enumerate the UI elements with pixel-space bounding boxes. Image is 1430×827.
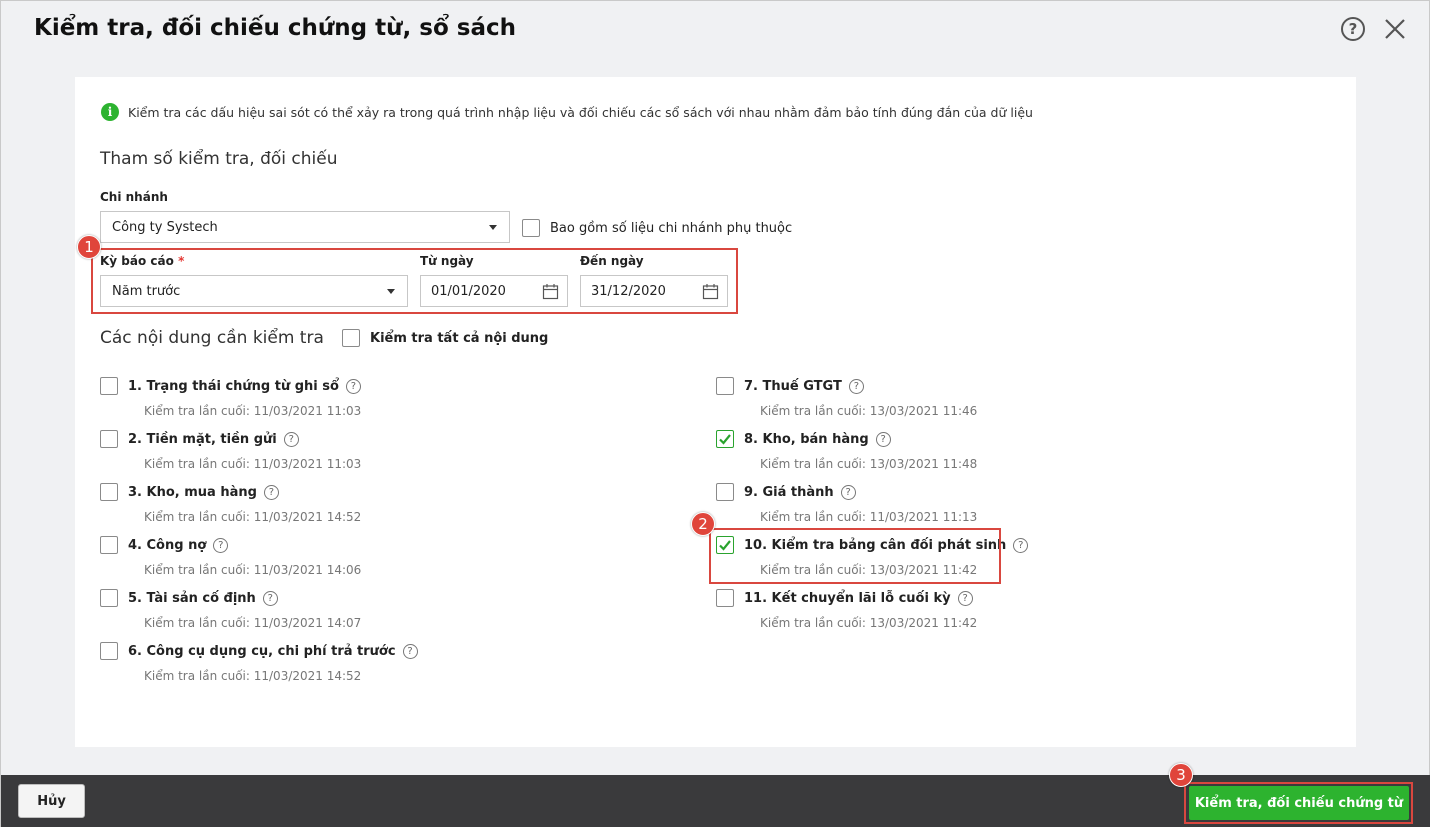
checkbox[interactable]: [100, 377, 118, 395]
last-check-time: Kiểm tra lần cuối: 11/03/2021 14:52: [144, 510, 362, 524]
checkbox[interactable]: [100, 536, 118, 554]
last-check-time: Kiểm tra lần cuối: 13/03/2021 11:46: [760, 404, 978, 418]
help-circle-icon[interactable]: ?: [957, 590, 973, 606]
last-check-time: Kiểm tra lần cuối: 11/03/2021 14:06: [144, 563, 362, 577]
content-section-title: Các nội dung cần kiểm tra: [100, 328, 324, 348]
help-circle-icon[interactable]: ?: [1013, 537, 1029, 553]
last-check-time: Kiểm tra lần cuối: 11/03/2021 11:03: [144, 457, 362, 471]
checkbox[interactable]: [716, 589, 734, 607]
check-all-checkbox[interactable]: Kiểm tra tất cả nội dung: [342, 329, 548, 347]
checkbox[interactable]: [716, 483, 734, 501]
check-item-row[interactable]: 7. Thuế GTGT?: [716, 377, 864, 395]
checkbox[interactable]: [100, 642, 118, 660]
help-circle-icon[interactable]: ?: [840, 484, 856, 500]
check-item-label: 11. Kết chuyển lãi lỗ cuối kỳ: [744, 590, 951, 606]
check-item-label: 5. Tài sản cố định: [128, 590, 256, 606]
checkbox[interactable]: [716, 377, 734, 395]
branch-label: Chi nhánh: [100, 190, 168, 204]
branch-select[interactable]: Công ty Systech: [100, 211, 510, 243]
check-item-label: 8. Kho, bán hàng: [744, 431, 869, 447]
check-item-row[interactable]: 6. Công cụ dụng cụ, chi phí trả trước?: [100, 642, 418, 660]
annotation-box-item-10: [709, 528, 1001, 584]
annotation-badge-1: 1: [77, 235, 101, 259]
checkbox[interactable]: [100, 589, 118, 607]
info-icon: i: [101, 103, 119, 121]
params-panel: i Kiểm tra các dấu hiệu sai sót có thể x…: [75, 77, 1356, 747]
check-item-row[interactable]: 4. Công nợ?: [100, 536, 229, 554]
last-check-time: Kiểm tra lần cuối: 11/03/2021 11:03: [144, 404, 362, 418]
last-check-time: Kiểm tra lần cuối: 13/03/2021 11:42: [760, 616, 978, 630]
check-item-row[interactable]: 5. Tài sản cố định?: [100, 589, 278, 607]
include-sub-branch-checkbox[interactable]: Bao gồm số liệu chi nhánh phụ thuộc: [522, 219, 792, 237]
last-check-time: Kiểm tra lần cuối: 11/03/2021 11:13: [760, 510, 978, 524]
info-message: i Kiểm tra các dấu hiệu sai sót có thể x…: [101, 103, 1033, 121]
help-circle-icon[interactable]: ?: [345, 378, 361, 394]
help-circle-icon[interactable]: ?: [213, 537, 229, 553]
checkmark-icon: [719, 434, 731, 445]
params-section-title: Tham số kiểm tra, đối chiếu: [100, 149, 338, 169]
check-item-row[interactable]: 8. Kho, bán hàng?: [716, 430, 891, 448]
help-circle-icon[interactable]: ?: [402, 643, 418, 659]
dialog-footer: Hủy Kiểm tra, đối chiếu chứng từ 3: [1, 763, 1430, 827]
check-item-label: 2. Tiền mặt, tiền gửi: [128, 431, 277, 447]
dialog-title: Kiểm tra, đối chiếu chứng từ, sổ sách: [34, 15, 516, 41]
check-item-row[interactable]: 3. Kho, mua hàng?: [100, 483, 279, 501]
help-circle-icon[interactable]: ?: [875, 431, 891, 447]
last-check-time: Kiểm tra lần cuối: 11/03/2021 14:52: [144, 669, 362, 683]
annotation-badge-3: 3: [1169, 763, 1193, 787]
check-item-label: 6. Công cụ dụng cụ, chi phí trả trước: [128, 643, 396, 659]
check-item-row[interactable]: 2. Tiền mặt, tiền gửi?: [100, 430, 299, 448]
check-item-label: 4. Công nợ: [128, 537, 207, 553]
check-item-label: 1. Trạng thái chứng từ ghi sổ: [128, 378, 339, 394]
help-circle-icon[interactable]: ?: [848, 378, 864, 394]
check-item-label: 3. Kho, mua hàng: [128, 484, 257, 500]
check-item-row[interactable]: 11. Kết chuyển lãi lỗ cuối kỳ?: [716, 589, 973, 607]
check-item-row[interactable]: 9. Giá thành?: [716, 483, 856, 501]
checkbox[interactable]: [100, 483, 118, 501]
check-item-row[interactable]: 1. Trạng thái chứng từ ghi sổ?: [100, 377, 361, 395]
last-check-time: Kiểm tra lần cuối: 11/03/2021 14:07: [144, 616, 362, 630]
annotation-box-period: [91, 248, 738, 314]
checkbox[interactable]: [522, 219, 540, 237]
checkbox[interactable]: [100, 430, 118, 448]
check-item-label: 9. Giá thành: [744, 484, 834, 500]
run-check-button[interactable]: Kiểm tra, đối chiếu chứng từ: [1189, 786, 1409, 820]
help-icon[interactable]: ?: [1341, 17, 1365, 41]
check-dialog: Kiểm tra, đối chiếu chứng từ, sổ sách ? …: [0, 0, 1430, 827]
check-item-label: 7. Thuế GTGT: [744, 378, 842, 394]
annotation-badge-2: 2: [691, 512, 715, 536]
help-circle-icon[interactable]: ?: [283, 431, 299, 447]
chevron-down-icon: [489, 225, 497, 230]
checkbox[interactable]: [342, 329, 360, 347]
last-check-time: Kiểm tra lần cuối: 13/03/2021 11:48: [760, 457, 978, 471]
checkbox[interactable]: [716, 430, 734, 448]
close-icon[interactable]: [1382, 15, 1408, 43]
help-circle-icon[interactable]: ?: [263, 484, 279, 500]
cancel-button[interactable]: Hủy: [18, 784, 85, 818]
help-circle-icon[interactable]: ?: [262, 590, 278, 606]
